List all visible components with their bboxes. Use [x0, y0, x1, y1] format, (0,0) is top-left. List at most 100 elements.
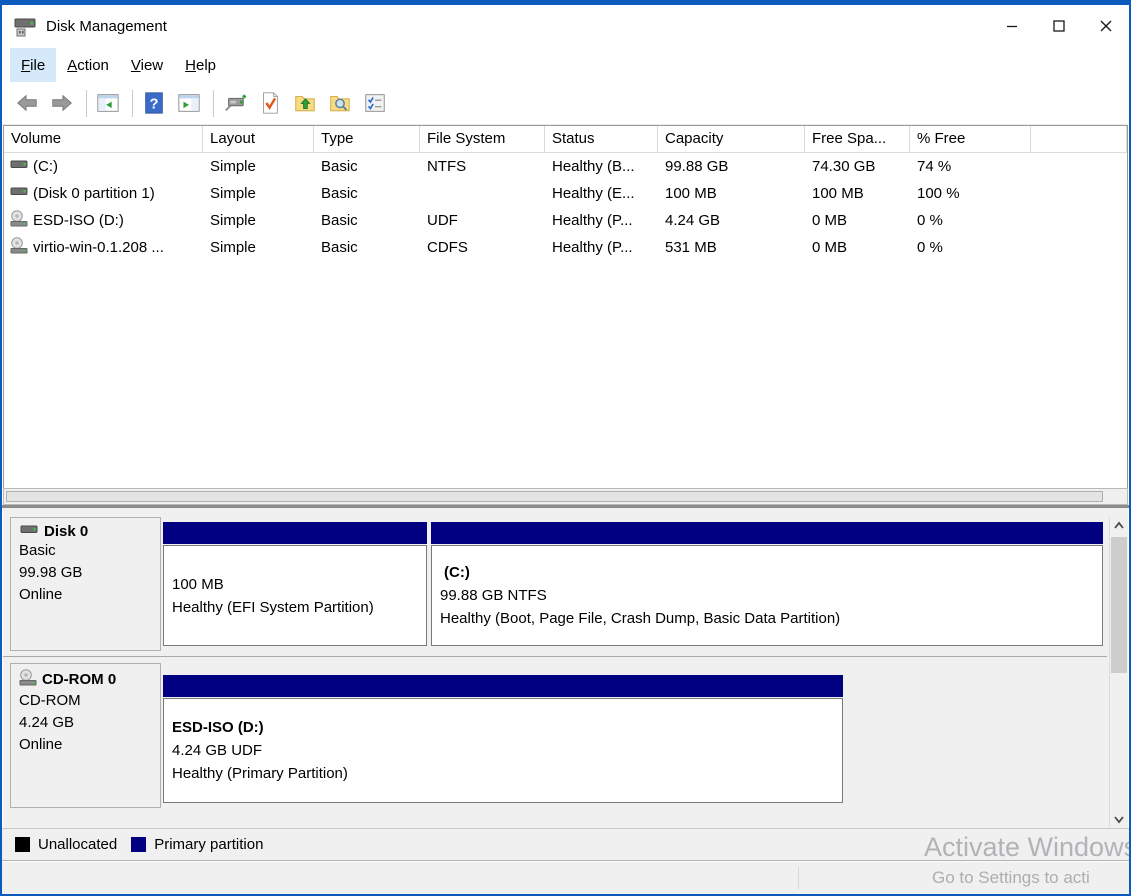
cell-layout: Simple: [203, 239, 314, 256]
column-header-volume[interactable]: Volume: [4, 126, 203, 152]
cell-free-space: 0 MB: [805, 239, 910, 256]
legend-label: Primary partition: [154, 836, 263, 853]
column-header-pct-free[interactable]: % Free: [910, 126, 1031, 152]
cell-layout: Simple: [203, 158, 314, 175]
window-controls: [988, 5, 1129, 47]
partition-color-band: [163, 522, 427, 544]
disk0-label-panel[interactable]: Disk 0 Basic 99.98 GB Online: [10, 517, 161, 651]
cell-capacity: 99.88 GB: [658, 158, 805, 175]
cell-file-system: CDFS: [420, 239, 545, 256]
column-header-type[interactable]: Type: [314, 126, 420, 152]
show-console-tree-icon[interactable]: [95, 90, 121, 116]
toolbar: ?: [2, 82, 1129, 125]
cell-free-space: 74.30 GB: [805, 158, 910, 175]
toolbar-separator: [86, 90, 87, 117]
cell-status: Healthy (P...: [545, 239, 658, 256]
properties-checklist-icon[interactable]: [362, 90, 388, 116]
partition-size: 100 MB: [172, 573, 426, 596]
check-document-icon[interactable]: [257, 90, 283, 116]
menu-action[interactable]: Action: [56, 48, 120, 82]
disk-size: 99.98 GB: [19, 562, 160, 584]
toolbar-separator: [132, 90, 133, 117]
forward-icon[interactable]: [49, 90, 75, 116]
help-icon[interactable]: ?: [141, 90, 167, 116]
partition-size: 99.88 GB NTFS: [440, 584, 1102, 607]
cell-layout: Simple: [203, 212, 314, 229]
graphical-view: Disk 0 Basic 99.98 GB Online 100 MB Heal…: [3, 508, 1128, 828]
scroll-down-icon[interactable]: [1110, 810, 1128, 827]
menu-help[interactable]: Help: [174, 48, 227, 82]
vertical-scrollbar-thumb[interactable]: [1111, 537, 1127, 673]
cell-pct-free: 100 %: [910, 185, 1031, 202]
disk-name: Disk 0: [44, 523, 88, 540]
toolbar-separator: [213, 90, 214, 117]
cell-pct-free: 0 %: [910, 212, 1031, 229]
table-row[interactable]: (C:) Simple Basic NTFS Healthy (B... 99.…: [4, 153, 1127, 180]
partition-size: 4.24 GB UDF: [172, 739, 842, 762]
horizontal-scrollbar-thumb[interactable]: [6, 491, 1103, 502]
disk-status: Online: [19, 584, 160, 606]
column-header-blank[interactable]: [1031, 126, 1127, 152]
cell-capacity: 4.24 GB: [658, 212, 805, 229]
partition-c[interactable]: (C:) 99.88 GB NTFS Healthy (Boot, Page F…: [431, 522, 1103, 646]
menu-bar: File Action View Help: [2, 48, 1129, 82]
show-action-pane-icon[interactable]: [176, 90, 202, 116]
table-row[interactable]: (Disk 0 partition 1) Simple Basic Health…: [4, 180, 1127, 207]
partition-status: Healthy (EFI System Partition): [172, 596, 426, 619]
cdrom0-label-panel[interactable]: CD-ROM 0 CD-ROM 4.24 GB Online: [10, 663, 161, 808]
column-header-free-space[interactable]: Free Spa...: [805, 126, 910, 152]
disk-kind: CD-ROM: [19, 690, 160, 712]
cell-type: Basic: [314, 158, 420, 175]
cell-file-system: UDF: [420, 212, 545, 229]
cell-file-system: NTFS: [420, 158, 545, 175]
unallocated-swatch: [15, 837, 30, 852]
folder-search-icon[interactable]: [327, 90, 353, 116]
folder-up-icon[interactable]: [292, 90, 318, 116]
cell-free-space: 100 MB: [805, 185, 910, 202]
rescan-disks-icon[interactable]: [222, 90, 248, 116]
partition-name: ESD-ISO (D:): [172, 716, 842, 739]
cd-rom-icon: [10, 210, 28, 231]
menu-view[interactable]: View: [120, 48, 174, 82]
volume-list: Volume Layout Type File System Status Ca…: [3, 125, 1128, 488]
disk-management-app-icon: [14, 17, 36, 37]
volume-name: (C:): [33, 158, 58, 175]
menu-file[interactable]: File: [10, 48, 56, 82]
legend-label: Unallocated: [38, 836, 117, 853]
column-header-status[interactable]: Status: [545, 126, 658, 152]
primary-partition-swatch: [131, 837, 146, 852]
hard-disk-icon: [19, 523, 39, 540]
back-icon[interactable]: [14, 90, 40, 116]
disk-status: Online: [19, 734, 160, 756]
close-button[interactable]: [1082, 5, 1129, 47]
activate-windows-watermark: Activate Windows: [924, 832, 1131, 863]
column-header-layout[interactable]: Layout: [203, 126, 314, 152]
activate-windows-watermark-subtext: Go to Settings to acti: [932, 868, 1090, 888]
disk-row-separator: [3, 656, 1107, 657]
table-row[interactable]: virtio-win-0.1.208 ... Simple Basic CDFS…: [4, 234, 1127, 261]
partition-status: Healthy (Primary Partition): [172, 762, 842, 785]
cell-free-space: 0 MB: [805, 212, 910, 229]
minimize-button[interactable]: [988, 5, 1035, 47]
disk-size: 4.24 GB: [19, 712, 160, 734]
table-row[interactable]: ESD-ISO (D:) Simple Basic UDF Healthy (P…: [4, 207, 1127, 234]
disk-name: CD-ROM 0: [42, 671, 116, 688]
partition-efi[interactable]: 100 MB Healthy (EFI System Partition): [163, 522, 427, 646]
scroll-up-icon[interactable]: [1110, 517, 1128, 534]
volume-name: ESD-ISO (D:): [33, 212, 124, 229]
vertical-scrollbar[interactable]: [1109, 517, 1128, 827]
title-bar: Disk Management: [2, 5, 1129, 48]
cell-status: Healthy (B...: [545, 158, 658, 175]
cell-layout: Simple: [203, 185, 314, 202]
cell-pct-free: 74 %: [910, 158, 1031, 175]
hard-disk-icon: [10, 158, 28, 175]
horizontal-scrollbar[interactable]: [3, 488, 1128, 505]
hard-disk-icon: [10, 185, 28, 202]
maximize-button[interactable]: [1035, 5, 1082, 47]
column-header-file-system[interactable]: File System: [420, 126, 545, 152]
partition-color-band: [431, 522, 1103, 544]
partition-esd-iso[interactable]: ESD-ISO (D:) 4.24 GB UDF Healthy (Primar…: [163, 675, 843, 803]
volume-name: (Disk 0 partition 1): [33, 185, 155, 202]
partition-name: (C:): [440, 561, 1102, 584]
column-header-capacity[interactable]: Capacity: [658, 126, 805, 152]
